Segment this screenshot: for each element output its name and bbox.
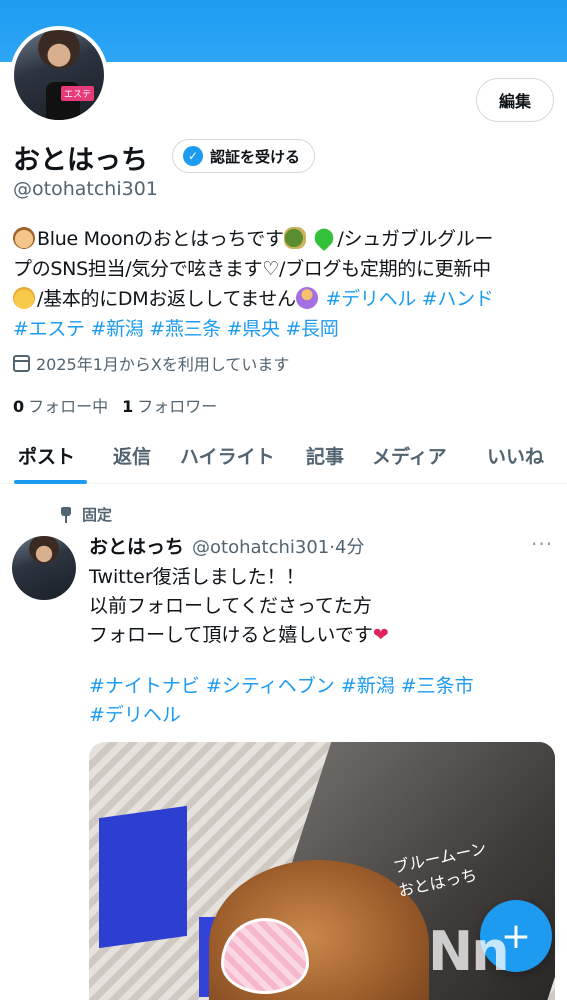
post-header: おとはっち @otohatchi301·4分 <box>89 532 364 559</box>
post-meta: @otohatchi301·4分 <box>192 537 365 558</box>
bio-hashtags-2[interactable]: #エステ #新潟 #燕三条 #県央 #長岡 <box>13 318 339 340</box>
follow-stats: 0 フォロー中 1 フォロワー <box>13 393 217 417</box>
profile-tabs: ポスト 返信 ハイライト 記事 メディア いいね <box>0 430 567 484</box>
person-bowing-emoji-icon <box>295 287 318 309</box>
pin-icon <box>60 506 72 523</box>
media-blue-panel <box>99 805 187 949</box>
active-tab-indicator <box>14 480 87 484</box>
more-options-icon[interactable]: ··· <box>531 532 553 556</box>
bio-line3: /基本的にDMお返ししてません <box>37 288 296 310</box>
calendar-icon <box>13 354 30 372</box>
tab-articles[interactable]: 記事 <box>306 442 344 469</box>
verified-check-icon: ✓ <box>183 146 203 166</box>
following-link[interactable]: 0 フォロー中 <box>13 393 108 417</box>
post-line-2: 以前フォローしてくださってた方 <box>89 595 372 617</box>
post-author[interactable]: おとはっち <box>89 532 184 559</box>
tab-media[interactable]: メディア <box>372 442 447 469</box>
tab-replies[interactable]: 返信 <box>113 442 151 469</box>
joined-date: 2025年1月からXを利用しています <box>13 351 289 375</box>
edit-profile-button[interactable]: 編集 <box>476 78 554 122</box>
tab-highlights[interactable]: ハイライト <box>180 442 275 469</box>
followers-link[interactable]: 1 フォロワー <box>122 393 217 417</box>
get-verified-label: 認証を受ける <box>210 147 301 166</box>
bio-line2: プのSNS担当/気分で呟きます♡/ブログも定期的に更新中 <box>13 258 491 280</box>
tab-likes[interactable]: いいね <box>487 442 544 469</box>
watermark-logo: Nn <box>428 920 510 983</box>
profile-bio: Blue Moonのおとはっちです /シュガブルグルー プのSNS担当/気分で呟… <box>13 224 558 344</box>
post-body: Twitter復活しました！！ 以前フォローしてくださってた方 フォローして頂け… <box>89 563 549 650</box>
post-hashtags: #ナイトナビ #シティヘブン #新潟 #三条市 #デリヘル <box>89 672 549 730</box>
cat-emoji-icon <box>13 287 35 309</box>
post-line-3: フォローして頂けると嬉しいです <box>89 624 373 646</box>
turtle-emoji-icon <box>283 227 306 249</box>
avatar-badge: エステ <box>60 86 94 101</box>
red-heart-emoji-icon: ❤ <box>372 624 389 646</box>
tab-posts[interactable]: ポスト <box>18 442 75 469</box>
green-heart-emoji-icon <box>311 224 338 252</box>
bio-line1-rest: /シュガブルグルー <box>337 228 494 250</box>
post-line-1: Twitter復活しました！！ <box>89 566 305 588</box>
profile-handle: @otohatchi301 <box>13 178 158 200</box>
post-hashtags-line2[interactable]: #デリヘル <box>89 704 181 726</box>
pinned-indicator: 固定 <box>60 504 112 525</box>
profile-name: おとはっち <box>13 145 148 176</box>
bio-line1: Blue Moonのおとはっちです <box>37 228 284 250</box>
dog-emoji-icon <box>13 227 35 249</box>
profile-avatar[interactable]: エステ <box>10 26 108 124</box>
pinned-label: 固定 <box>82 506 113 524</box>
post-avatar[interactable] <box>12 536 76 600</box>
joined-label: 2025年1月からXを利用しています <box>36 355 290 374</box>
bio-hashtags-1[interactable]: #デリヘル #ハンド <box>326 288 494 310</box>
post-hashtags-line1[interactable]: #ナイトナビ #シティヘブン #新潟 #三条市 <box>89 675 474 697</box>
get-verified-button[interactable]: ✓ 認証を受ける <box>172 139 316 173</box>
